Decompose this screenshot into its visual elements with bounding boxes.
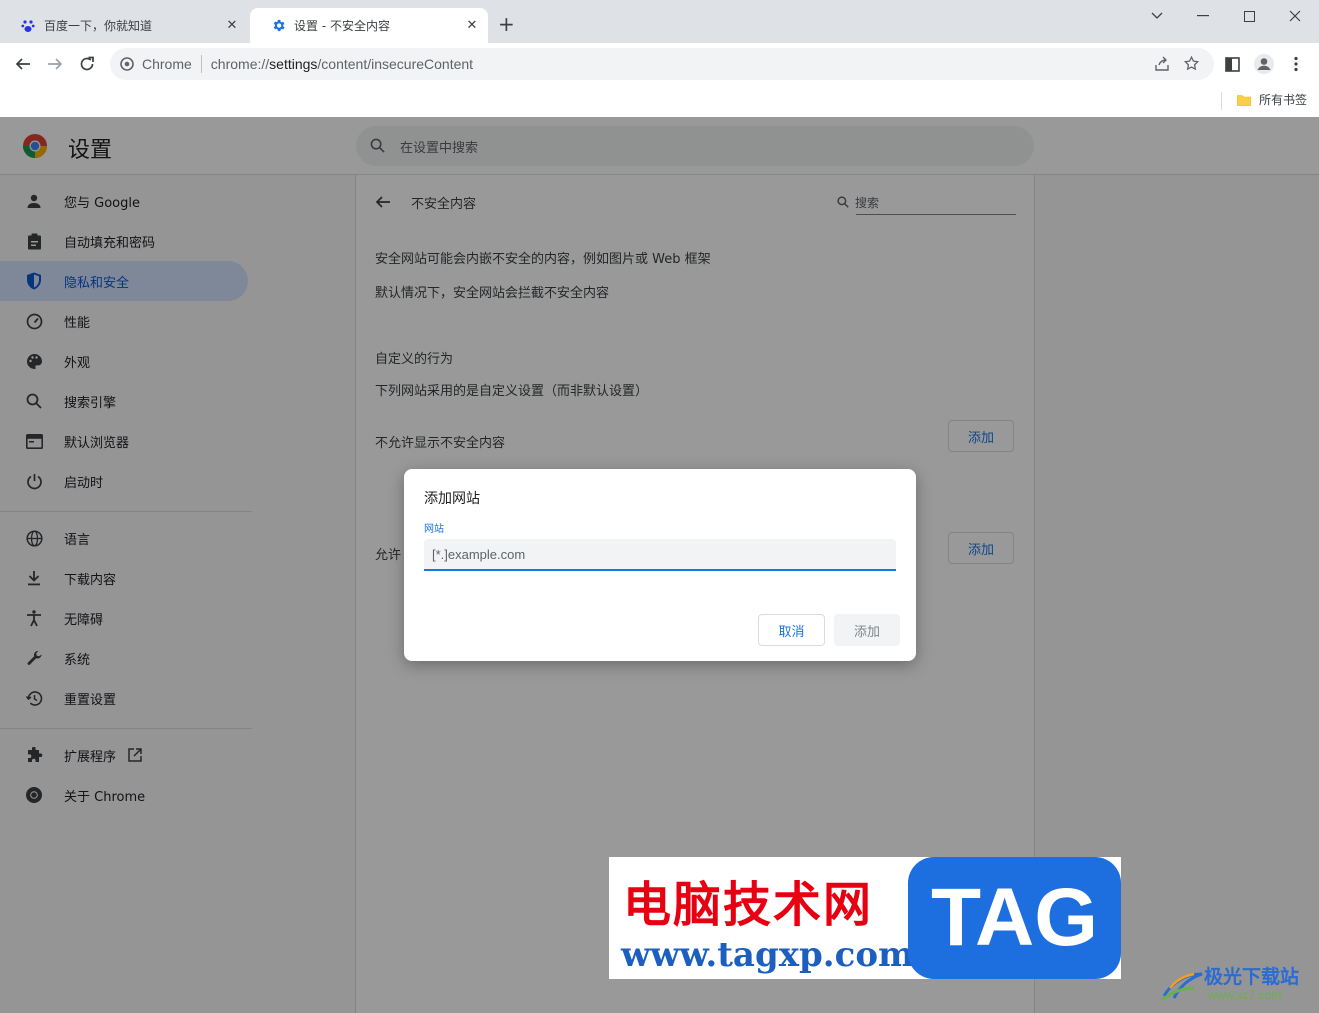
watermark-site-url: www.xz7.com — [1208, 988, 1282, 1002]
watermark-tag-logo: TAG — [908, 857, 1121, 979]
bookmark-star-icon[interactable] — [1183, 55, 1200, 72]
add-button[interactable]: 添加 — [834, 614, 900, 646]
back-icon[interactable] — [12, 53, 34, 75]
folder-icon — [1236, 94, 1251, 106]
watermark-cn-text: 电脑技术网 — [623, 877, 874, 933]
minimize-icon[interactable] — [1188, 6, 1218, 26]
menu-kebab-icon[interactable] — [1285, 53, 1307, 75]
tab-search-chevron-icon[interactable] — [1142, 6, 1172, 26]
address-divider — [200, 55, 202, 73]
settings-gear-icon — [270, 18, 286, 34]
share-icon[interactable] — [1154, 56, 1170, 72]
site-field-label: 网站 — [424, 524, 444, 535]
close-window-icon[interactable] — [1280, 6, 1310, 26]
cancel-button[interactable]: 取消 — [758, 614, 825, 646]
side-panel-icon[interactable] — [1221, 53, 1243, 75]
close-tab-icon[interactable]: ✕ — [462, 18, 482, 33]
watermark-site-logo: 极光下载站 www.xz7.com — [1160, 962, 1316, 1008]
watermark-site-name: 极光下载站 — [1204, 966, 1300, 988]
watermark-banner: 电脑技术网 www.tagxp.com TAG — [609, 857, 1121, 979]
dialog-title: 添加网站 — [424, 491, 480, 507]
address-bar[interactable]: Chrome chrome://settings/content/insecur… — [110, 48, 1214, 80]
add-site-dialog: 添加网站 网站 取消 添加 — [404, 469, 916, 661]
maximize-icon[interactable] — [1234, 6, 1264, 26]
forward-icon[interactable] — [44, 53, 66, 75]
bookmarks-bar: 所有书签 — [0, 85, 1319, 117]
tab-title: 百度一下，你就知道 — [44, 19, 153, 33]
profile-avatar-icon[interactable] — [1253, 53, 1275, 75]
address-url: chrome://settings/content/insecureConten… — [210, 56, 474, 72]
all-bookmarks-label: 所有书签 — [1258, 93, 1307, 107]
reload-icon[interactable] — [76, 53, 98, 75]
tab-settings[interactable]: 设置 - 不安全内容 ✕ — [250, 8, 488, 43]
toolbar: Chrome chrome://settings/content/insecur… — [0, 43, 1319, 85]
bookmarks-divider — [1221, 92, 1222, 110]
site-input[interactable] — [424, 539, 896, 571]
new-tab-icon[interactable]: + — [498, 14, 515, 34]
tab-baidu[interactable]: 百度一下，你就知道 ✕ — [0, 8, 248, 43]
tab-title: 设置 - 不安全内容 — [294, 19, 390, 33]
all-bookmarks[interactable]: 所有书签 — [1236, 91, 1307, 108]
aurora-swirl-icon — [1160, 966, 1204, 1004]
chrome-icon — [120, 57, 134, 71]
baidu-paw-icon — [20, 18, 36, 34]
close-tab-icon[interactable]: ✕ — [222, 18, 242, 33]
watermark-url: www.tagxp.com — [621, 935, 914, 975]
tab-strip: 百度一下，你就知道 ✕ 设置 - 不安全内容 ✕ + — [0, 0, 1319, 43]
scheme-label: Chrome — [142, 56, 192, 72]
